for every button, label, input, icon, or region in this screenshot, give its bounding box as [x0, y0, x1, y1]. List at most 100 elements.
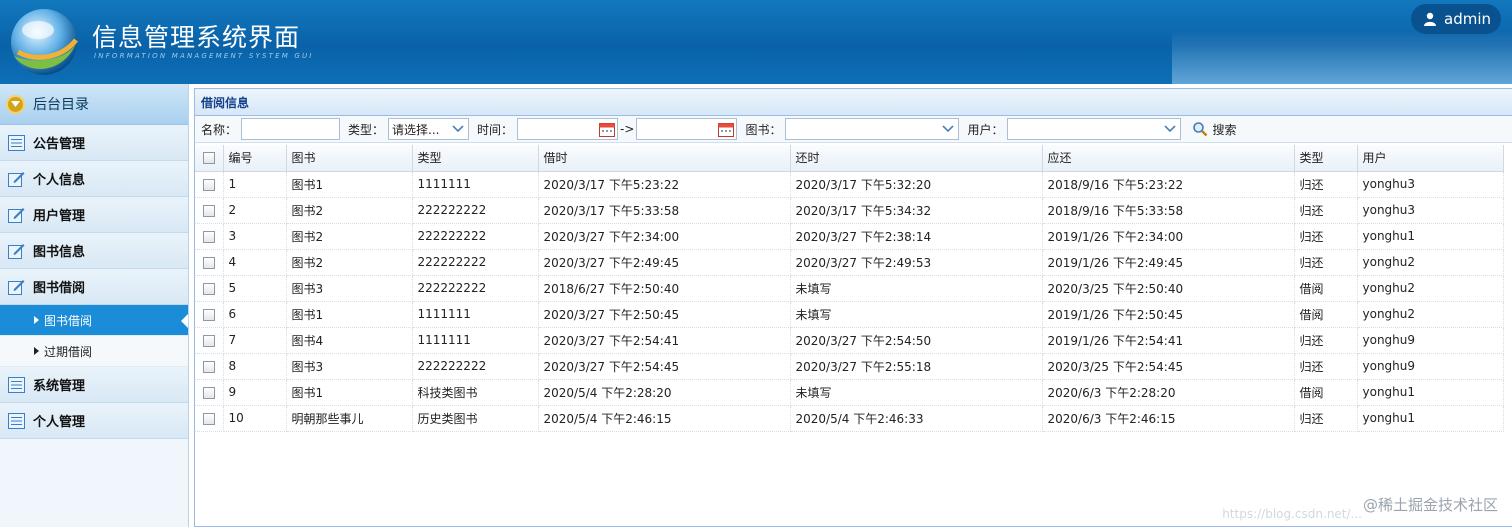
- sidebar-item-profile[interactable]: 个人信息: [0, 161, 188, 197]
- table-cell: 2020/3/25 下午2:50:40: [1042, 275, 1295, 302]
- sidebar-item-users[interactable]: 用户管理: [0, 197, 188, 233]
- row-checkbox[interactable]: [195, 197, 224, 224]
- sidebar-item-personal[interactable]: 个人管理: [0, 403, 188, 439]
- user-name: admin: [1444, 10, 1491, 28]
- table-cell: 图书1: [286, 301, 413, 328]
- user-menu-button[interactable]: admin: [1411, 4, 1501, 34]
- row-checkbox[interactable]: [195, 223, 224, 250]
- search-button-label: 搜索: [1212, 122, 1237, 137]
- table-cell: 10: [223, 405, 287, 432]
- table-cell: 归还: [1294, 197, 1358, 224]
- table-cell: 图书2: [286, 249, 413, 276]
- table-row[interactable]: 8 图书3 222222222 2020/3/27 下午2:54:45 2020/3/2…: [195, 353, 1504, 380]
- app-header: 信息管理系统界面 INFORMATION MANAGEMENT SYSTEM G…: [0, 0, 1512, 84]
- select-all-checkbox[interactable]: [195, 145, 224, 172]
- table-cell: 2: [223, 197, 287, 224]
- table-cell: 归还: [1294, 249, 1358, 276]
- column-header[interactable]: 编号: [223, 145, 287, 172]
- name-label: 名称：: [201, 122, 238, 137]
- table-cell: 2020/3/27 下午2:55:18: [790, 353, 1043, 380]
- table-cell: yonghu3: [1357, 197, 1504, 224]
- time-label: 时间：: [477, 122, 514, 137]
- table-cell: 2020/6/3 下午2:28:20: [1042, 379, 1295, 406]
- table-cell: yonghu2: [1357, 249, 1504, 276]
- table-cell: 6: [223, 301, 287, 328]
- table-cell: 图书2: [286, 197, 413, 224]
- column-header[interactable]: 用户: [1357, 145, 1504, 172]
- row-checkbox[interactable]: [195, 275, 224, 302]
- row-checkbox[interactable]: [195, 379, 224, 406]
- sidebar-heading[interactable]: 后台目录: [0, 84, 188, 125]
- table-row[interactable]: 5 图书3 222222222 2018/6/27 下午2:50:40 未填写 2020/…: [195, 275, 1504, 302]
- table-cell: 2020/3/27 下午2:49:53: [790, 249, 1043, 276]
- column-header[interactable]: 类型: [1294, 145, 1358, 172]
- column-header[interactable]: 借时: [538, 145, 791, 172]
- row-checkbox[interactable]: [195, 405, 224, 432]
- table-row[interactable]: 9 图书1 科技类图书 2020/5/4 下午2:28:20 未填写 2020/6/3 下…: [195, 379, 1504, 406]
- table-cell: 科技类图书: [412, 379, 539, 406]
- column-header[interactable]: 类型: [412, 145, 539, 172]
- list-icon: [8, 376, 25, 393]
- row-checkbox[interactable]: [195, 249, 224, 276]
- sidebar-item-label: 系统管理: [33, 379, 86, 394]
- type-select[interactable]: 请选择...: [388, 118, 470, 140]
- sidebar-item-system[interactable]: 系统管理: [0, 367, 188, 403]
- table-cell: 222222222: [412, 223, 539, 250]
- sidebar-item-books[interactable]: 图书信息: [0, 233, 188, 269]
- sidebar-subitem-overdue[interactable]: 过期借阅: [0, 336, 188, 367]
- table-cell: 历史类图书: [412, 405, 539, 432]
- row-checkbox[interactable]: [195, 327, 224, 354]
- row-checkbox[interactable]: [195, 171, 224, 198]
- sidebar-item-notice[interactable]: 公告管理: [0, 125, 188, 161]
- end-date-input[interactable]: [636, 118, 738, 140]
- table-row[interactable]: 10 明朝那些事儿 历史类图书 2020/5/4 下午2:46:15 2020/5/4 …: [195, 405, 1504, 432]
- table-row[interactable]: 7 图书4 1111111 2020/3/27 下午2:54:41 2020/3/27 …: [195, 327, 1504, 354]
- table-cell: 图书4: [286, 327, 413, 354]
- table-cell: 归还: [1294, 405, 1358, 432]
- watermark-faint: https://blog.csdn.net/...: [1222, 507, 1362, 521]
- table-row[interactable]: 2 图书2 222222222 2020/3/17 下午5:33:58 2020/3/1…: [195, 197, 1504, 224]
- row-checkbox[interactable]: [195, 353, 224, 380]
- table-cell: 2020/3/27 下午2:54:45: [538, 353, 791, 380]
- sidebar-subitem-label: 图书借阅: [44, 313, 93, 328]
- start-date-input[interactable]: [517, 118, 619, 140]
- table-cell: 归还: [1294, 223, 1358, 250]
- type-select-value: 请选择...: [392, 122, 440, 137]
- table-cell: 2020/3/27 下午2:49:45: [538, 249, 791, 276]
- table-cell: 借阅: [1294, 301, 1358, 328]
- table-cell: 2020/3/27 下午2:34:00: [538, 223, 791, 250]
- user-select[interactable]: [1007, 118, 1182, 140]
- table-row[interactable]: 3 图书2 222222222 2020/3/27 下午2:34:00 2020/3/2…: [195, 223, 1504, 250]
- caret-right-icon: [34, 347, 39, 355]
- type-label: 类型：: [348, 122, 385, 137]
- table-cell: yonghu1: [1357, 223, 1504, 250]
- table-cell: 7: [223, 327, 287, 354]
- sidebar-item-borrow[interactable]: 图书借阅: [0, 269, 188, 305]
- column-header[interactable]: 应还: [1042, 145, 1295, 172]
- sidebar-item-label: 用户管理: [33, 209, 86, 224]
- list-icon: [8, 134, 25, 151]
- table-cell: 3: [223, 223, 287, 250]
- table-row[interactable]: 4 图书2 222222222 2020/3/27 下午2:49:45 2020/3/2…: [195, 249, 1504, 276]
- search-icon: [1193, 122, 1208, 137]
- column-header[interactable]: 还时: [790, 145, 1043, 172]
- table-cell: yonghu2: [1357, 275, 1504, 302]
- name-input[interactable]: [241, 118, 341, 140]
- table-cell: 5: [223, 275, 287, 302]
- edit-icon: [8, 171, 25, 187]
- book-select[interactable]: [785, 118, 960, 140]
- watermark: @稀土掘金技术社区: [1362, 496, 1498, 514]
- sidebar-subitem-borrow[interactable]: 图书借阅: [0, 305, 188, 336]
- sidebar-heading-label: 后台目录: [33, 97, 89, 113]
- search-button[interactable]: 搜索: [1192, 121, 1236, 138]
- column-header[interactable]: 图书: [286, 145, 413, 172]
- table-row[interactable]: 6 图书1 1111111 2020/3/27 下午2:50:45 未填写 2019/1/…: [195, 301, 1504, 328]
- sidebar-item-label: 个人信息: [33, 173, 86, 188]
- table-cell: 归还: [1294, 171, 1358, 198]
- table-row[interactable]: 1 图书1 1111111 2020/3/17 下午5:23:22 2020/3/17 …: [195, 171, 1504, 198]
- edit-icon: [8, 207, 25, 223]
- search-toolbar: 名称： 类型： 请选择... 时间： -> 图书： 用户： 搜索: [195, 116, 1512, 143]
- date-separator: ->: [620, 122, 635, 136]
- table-cell: 未填写: [790, 275, 1043, 302]
- row-checkbox[interactable]: [195, 301, 224, 328]
